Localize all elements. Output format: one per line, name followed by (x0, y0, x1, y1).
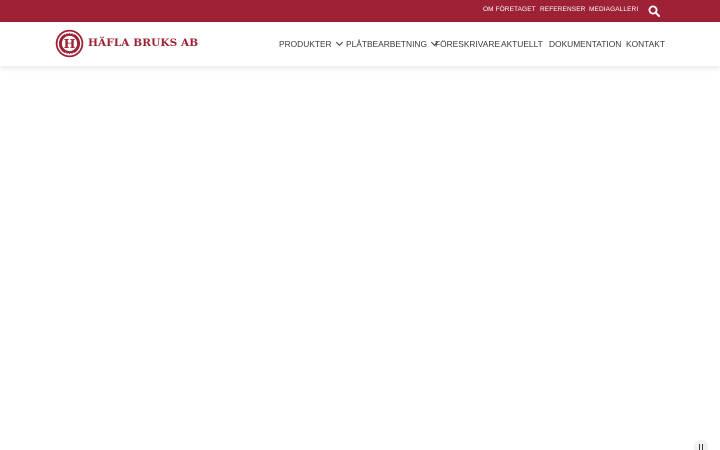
topbar-link-mediagalleri[interactable]: MEDIAGALLERI (589, 6, 638, 13)
nav-item-dokumentation[interactable]: DOKUMENTATION (549, 39, 621, 49)
nav-item-aktuellt[interactable]: AKTUELLT (501, 39, 543, 49)
nav-item-platbearbetning[interactable]: PLÅTBEARBETNING (346, 38, 439, 49)
topbar-link-om-foretaget[interactable]: OM FÖRETAGET (483, 6, 536, 13)
nav-item-produkter[interactable]: PRODUKTER (279, 38, 343, 49)
nav-item-label: PLÅTBEARBETNING (346, 39, 427, 49)
nav-item-foreskrivare[interactable]: FÖRESKRIVARE (435, 39, 500, 49)
main-header: H HÄFLA BRUKS AB PRODUKTER PLÅTBEARBETNI… (0, 22, 720, 66)
slider-pause-button[interactable] (694, 440, 708, 450)
nav-item-label: PRODUKTER (279, 39, 332, 49)
top-utility-bar: OM FÖRETAGET REFERENSER MEDIAGALLERI (0, 0, 720, 22)
chevron-down-icon (335, 38, 343, 47)
logo-emblem-letter: H (64, 36, 76, 51)
nav-item-kontakt[interactable]: KONTAKT (626, 39, 665, 49)
topbar-link-referenser[interactable]: REFERENSER (540, 6, 585, 13)
search-icon[interactable] (648, 5, 660, 17)
logo-wordmark[interactable]: HÄFLA BRUKS AB (88, 37, 198, 49)
logo-emblem[interactable]: H (55, 29, 84, 58)
